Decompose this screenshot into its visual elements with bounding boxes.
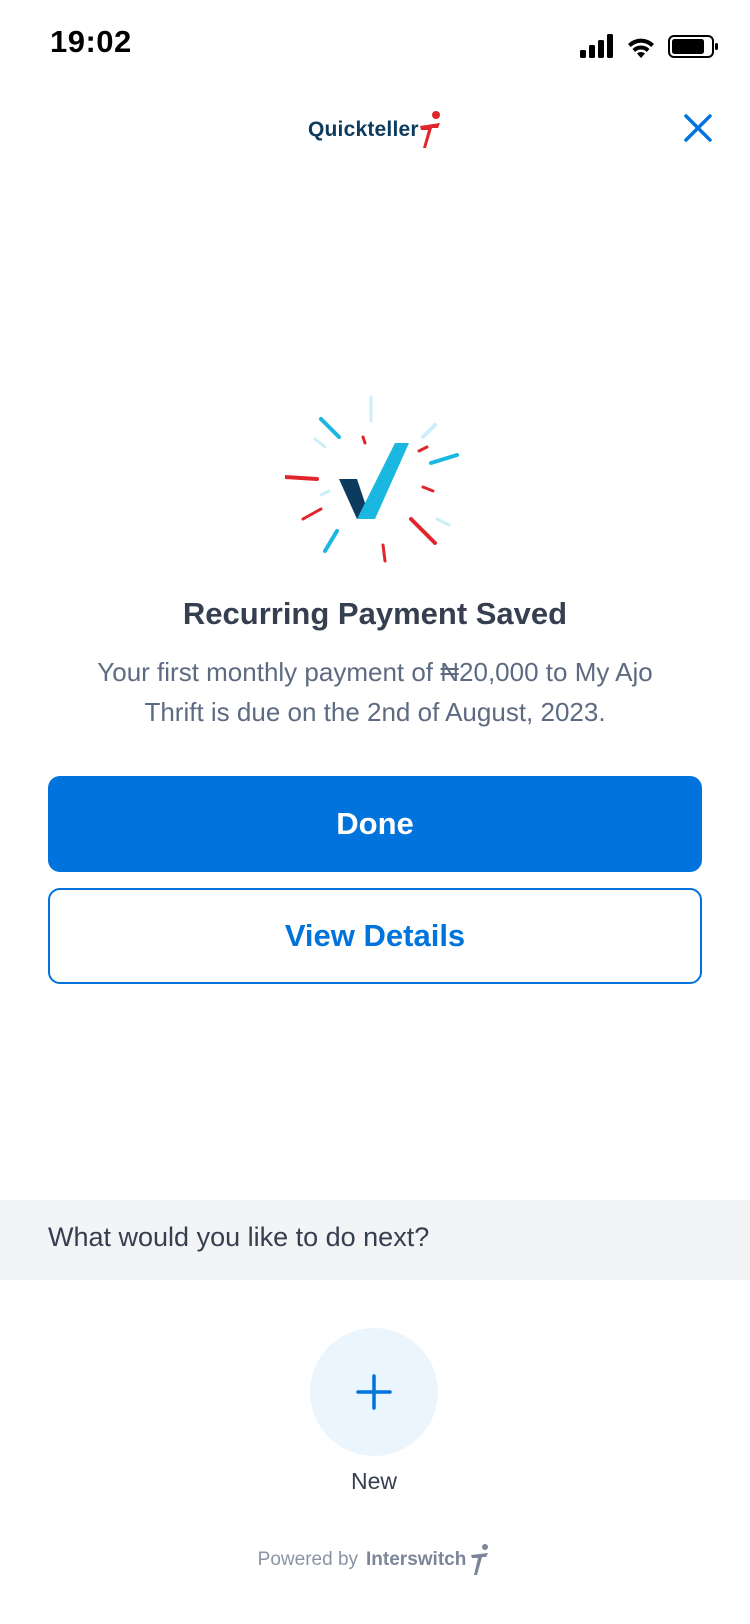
interswitch-logo-icon <box>471 1544 489 1575</box>
status-icons <box>580 34 718 58</box>
close-icon[interactable] <box>680 110 716 146</box>
wifi-icon <box>628 38 654 58</box>
new-circle <box>310 1328 438 1456</box>
battery-icon <box>668 35 718 58</box>
header: Quickteller <box>0 96 750 162</box>
new-button[interactable]: New <box>310 1328 440 1498</box>
signal-icon <box>580 34 613 58</box>
quickteller-logo: Quickteller <box>308 110 448 150</box>
view-details-button[interactable]: View Details <box>48 888 702 984</box>
interswitch-brand: Interswitch <box>366 1549 467 1570</box>
result-title: Recurring Payment Saved <box>182 596 568 631</box>
footer: Powered by Interswitch <box>0 1540 750 1580</box>
plus-icon <box>356 1374 392 1410</box>
powered-by-label: Powered by <box>257 1549 359 1570</box>
next-prompt: What would you like to do next? <box>48 1222 430 1252</box>
logo-mark-icon <box>420 111 440 148</box>
success-check-icon <box>285 395 459 563</box>
logo-text: Quickteller <box>308 118 419 141</box>
result-message: Your first monthly payment of ₦20,000 to… <box>97 657 653 727</box>
done-button[interactable]: Done <box>48 776 702 872</box>
new-label: New <box>350 1468 397 1494</box>
status-bar: 19:02 <box>0 0 750 88</box>
status-time: 19:02 <box>50 24 132 59</box>
next-section: What would you like to do next? <box>0 1200 750 1280</box>
